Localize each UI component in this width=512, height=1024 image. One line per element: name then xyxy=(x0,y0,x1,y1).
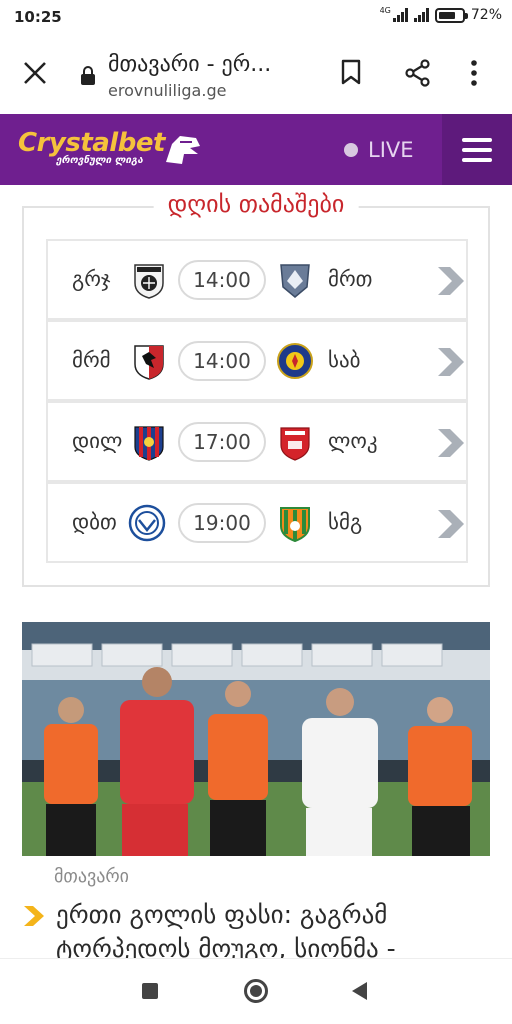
page-url[interactable]: erovnuliliga.ge xyxy=(108,81,226,100)
match-time: 17:00 xyxy=(178,422,266,462)
away-team: სმგ xyxy=(328,510,363,534)
match-row[interactable]: გრჯ 14:00 მრთ xyxy=(46,239,468,320)
away-team-crest-icon xyxy=(280,507,310,542)
battery-percent: 72% xyxy=(470,7,502,23)
network-type: 4G xyxy=(379,6,391,15)
article-category[interactable]: მთავარი xyxy=(54,866,129,887)
live-label: LIVE xyxy=(368,138,414,162)
lock-icon xyxy=(81,66,95,85)
browser-toolbar: მთავარი - ერ... erovnuliliga.ge xyxy=(0,34,512,114)
away-team-crest-icon xyxy=(280,264,310,298)
match-time: 14:00 xyxy=(178,260,266,300)
site-logo[interactable]: Crystalbet ეროვნული ლიგა xyxy=(18,128,165,166)
match-time: 19:00 xyxy=(178,503,266,543)
brand-name: Crystalbet xyxy=(18,128,165,158)
live-dot-icon xyxy=(344,143,358,157)
home-team-crest-icon xyxy=(134,426,164,461)
back-icon[interactable] xyxy=(352,982,367,1000)
away-team-crest-icon xyxy=(280,427,310,461)
more-icon[interactable] xyxy=(470,59,478,87)
chevron-bullet-icon xyxy=(24,906,44,926)
page-title[interactable]: მთავარი - ერ... xyxy=(108,52,271,77)
match-row[interactable]: მრმ 14:00 საბ xyxy=(46,320,468,401)
status-icons: 4G 72% xyxy=(379,6,502,24)
bookmark-icon[interactable] xyxy=(340,59,362,85)
live-button[interactable]: LIVE xyxy=(344,138,414,162)
matches-of-the-day: დღის თამაშები გრჯ 14:00 მრთ მრმ 14:00 სა… xyxy=(22,190,490,587)
signal-icon xyxy=(392,8,408,22)
chevron-right-icon[interactable] xyxy=(434,427,466,459)
chevron-right-icon[interactable] xyxy=(434,508,466,540)
site-header: Crystalbet ეროვნული ლიგა LIVE xyxy=(0,114,512,185)
system-nav-bar xyxy=(0,958,512,1024)
article-headline[interactable]: ერთი გოლის ფასი: გაგრამ ტორპედოს მოუგო, … xyxy=(56,898,496,966)
matches-title: დღის თამაშები xyxy=(153,190,359,218)
chevron-right-icon[interactable] xyxy=(434,265,466,297)
match-row[interactable]: დილ 17:00 ლოკ xyxy=(46,401,468,482)
status-time: 10:25 xyxy=(14,8,62,26)
home-team: მრმ xyxy=(72,348,111,372)
chevron-right-icon[interactable] xyxy=(434,346,466,378)
match-time: 14:00 xyxy=(178,341,266,381)
away-team: საბ xyxy=(328,348,361,372)
home-team: გრჯ xyxy=(72,267,111,291)
home-icon[interactable] xyxy=(244,979,268,1003)
status-bar: 10:25 4G 72% xyxy=(0,0,512,34)
match-row[interactable]: დბთ 19:00 სმგ xyxy=(46,482,468,563)
hamburger-menu-icon[interactable] xyxy=(442,114,512,185)
home-team: დილ xyxy=(72,429,123,453)
away-team-crest-icon xyxy=(277,343,313,379)
share-icon[interactable] xyxy=(404,59,432,87)
home-team-crest-icon xyxy=(128,504,166,542)
away-team: ლოკ xyxy=(328,429,378,453)
home-team-crest-icon xyxy=(134,345,164,380)
home-team-crest-icon xyxy=(134,264,164,299)
article-photo[interactable] xyxy=(22,622,490,856)
home-team: დბთ xyxy=(72,510,117,534)
recent-apps-icon[interactable] xyxy=(142,983,158,999)
battery-icon xyxy=(434,7,468,23)
knight-logo-icon xyxy=(166,136,200,164)
away-team: მრთ xyxy=(328,267,373,291)
signal-icon-2 xyxy=(413,8,429,22)
close-icon[interactable] xyxy=(22,60,48,86)
